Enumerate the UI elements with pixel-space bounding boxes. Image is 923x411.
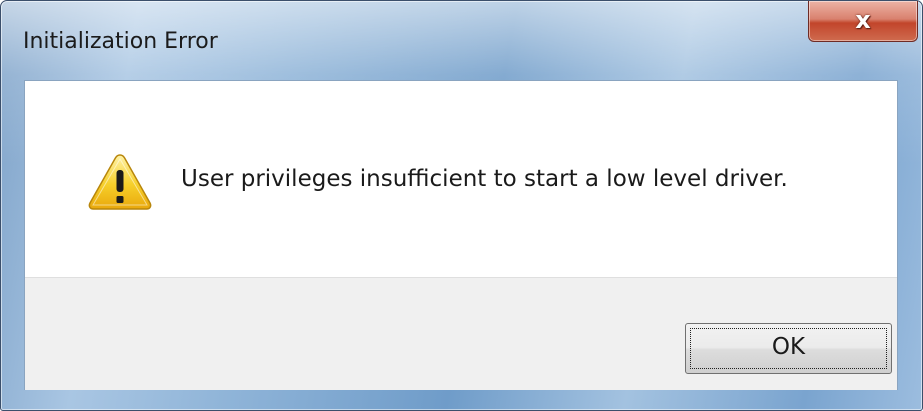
error-message: User privileges insufficient to start a … <box>181 166 788 192</box>
error-dialog-window: Initialization Error x User privileges i… <box>0 0 923 411</box>
button-bar: OK <box>25 277 897 390</box>
ok-button[interactable]: OK <box>685 323 892 374</box>
close-icon: x <box>855 6 871 34</box>
close-button[interactable]: x <box>808 1 918 42</box>
ok-button-label: OK <box>771 334 806 360</box>
window-title: Initialization Error <box>23 29 218 54</box>
title-bar[interactable]: Initialization Error x <box>1 1 922 81</box>
message-area: User privileges insufficient to start a … <box>25 81 897 277</box>
dialog-client-area: User privileges insufficient to start a … <box>24 80 898 390</box>
warning-icon <box>88 154 152 210</box>
